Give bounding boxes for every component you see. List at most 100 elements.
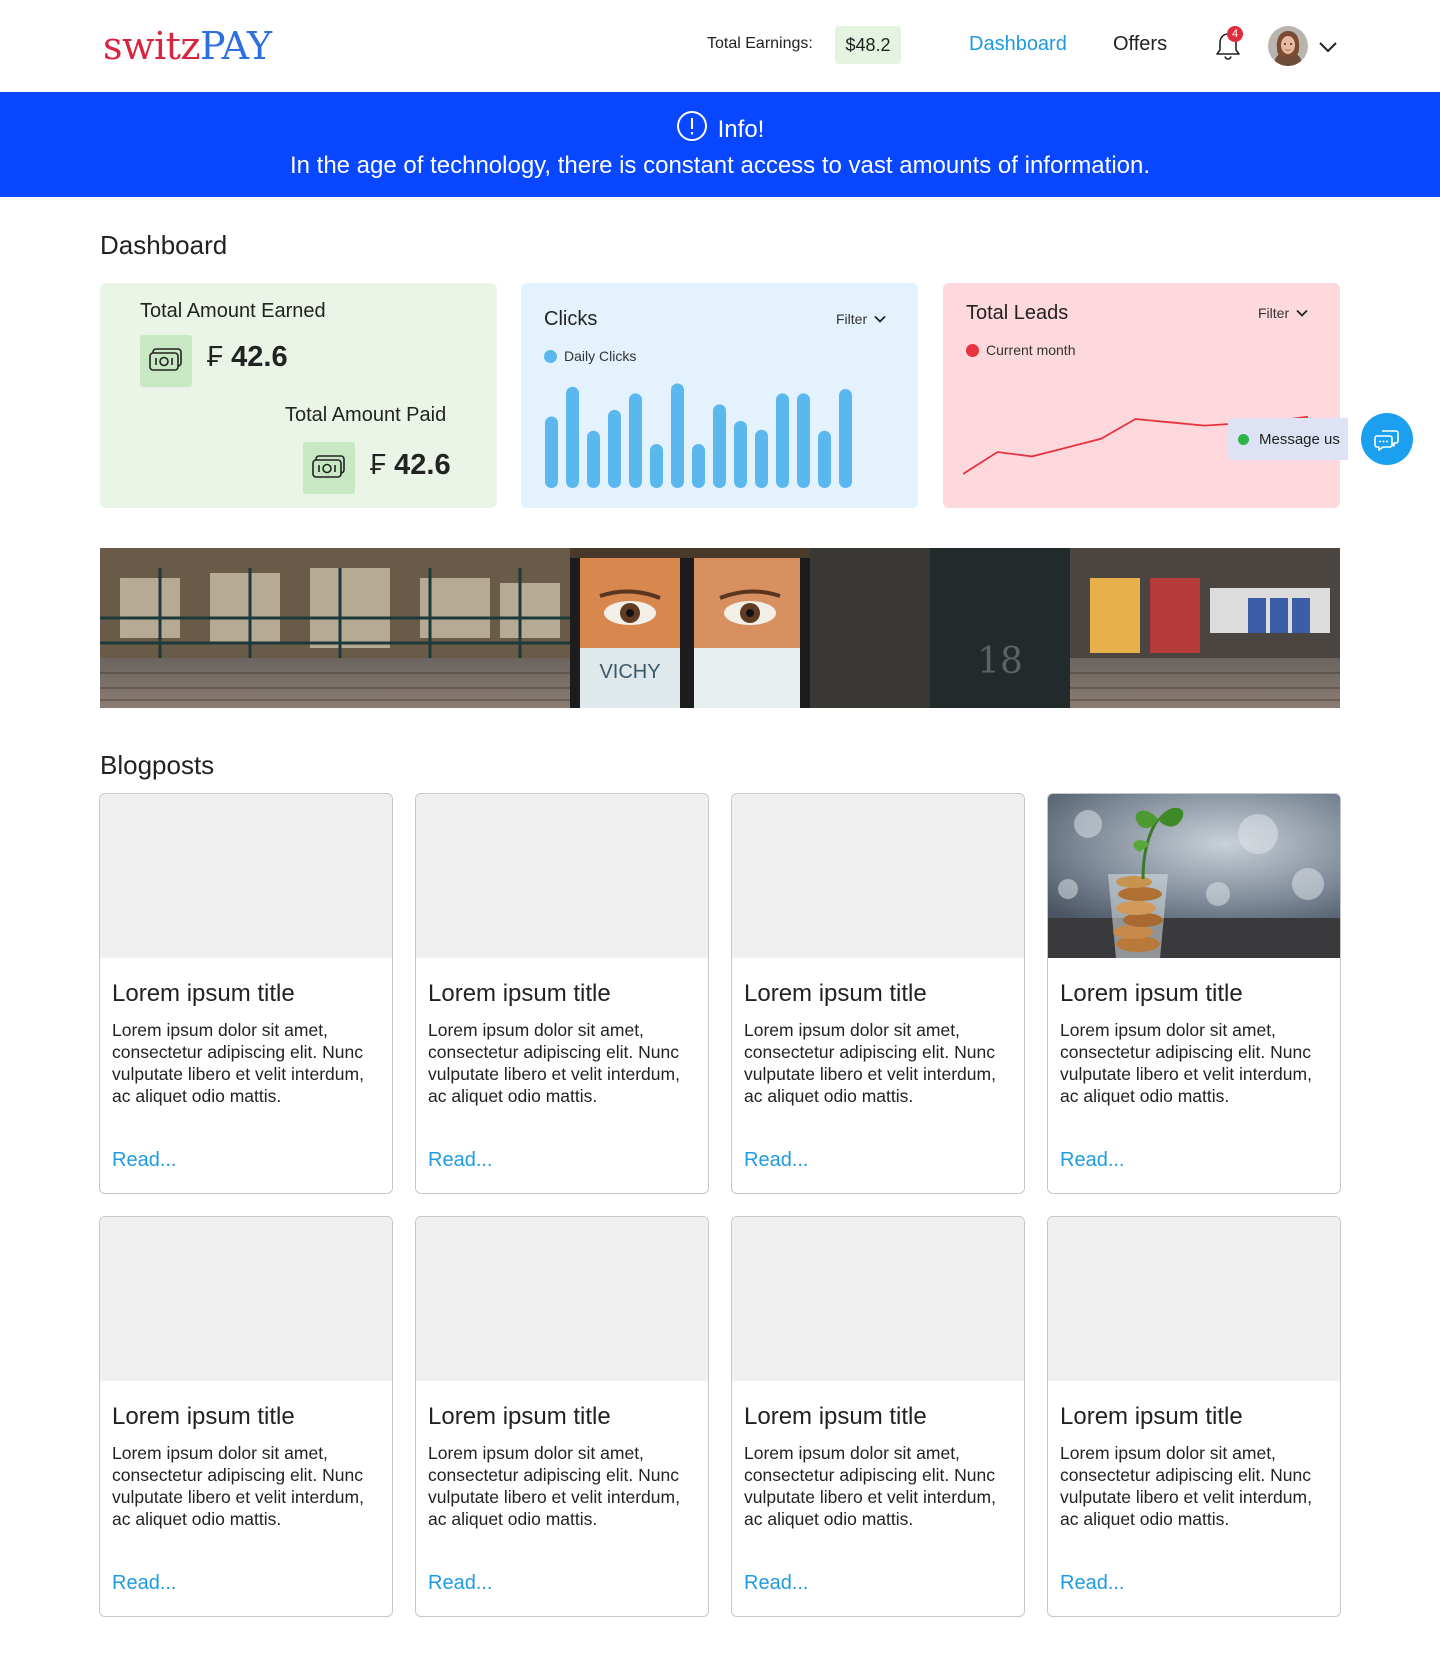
- top-header: switzPAY Total Earnings: $48.2 Dashboard…: [0, 0, 1440, 92]
- clicks-bar: [776, 393, 789, 488]
- clicks-bar: [713, 404, 726, 488]
- blog-card-image-coin-plant: [1048, 794, 1340, 958]
- info-text: In the age of technology, there is const…: [289, 152, 1151, 179]
- blog-card: Lorem ipsum title Lorem ipsum dolor sit …: [99, 1216, 393, 1617]
- clicks-bar: [818, 430, 831, 488]
- read-more-link[interactable]: Read...: [428, 1572, 492, 1595]
- blog-card-excerpt: Lorem ipsum dolor sit amet, consectetur …: [1060, 1020, 1312, 1106]
- money-icon: [140, 335, 192, 387]
- blog-card-image-placeholder: [100, 1217, 392, 1381]
- leads-title: Total Leads: [966, 302, 1069, 324]
- paid-value: 42.6: [394, 449, 451, 481]
- total-earned-label: Total Amount Earned: [140, 300, 326, 322]
- blog-card-image-placeholder: [416, 1217, 708, 1381]
- message-us-label: Message us: [1259, 430, 1340, 448]
- filter-label: Filter: [836, 311, 868, 327]
- info-banner: Info! In the age of technology, there is…: [0, 92, 1440, 197]
- legend-label: Daily Clicks: [564, 348, 637, 364]
- logo-part2: PAY: [199, 24, 272, 68]
- earnings-card: Total Amount Earned ₣ 42.6 Total Amount …: [100, 283, 497, 508]
- blog-card-excerpt: Lorem ipsum dolor sit amet, consectetur …: [428, 1443, 680, 1529]
- read-more-link[interactable]: Read...: [1060, 1149, 1124, 1172]
- total-earned-amount: ₣ 42.6: [207, 341, 288, 374]
- blog-card: Lorem ipsum title Lorem ipsum dolor sit …: [1047, 1216, 1341, 1617]
- blog-card-title: Lorem ipsum title: [428, 1403, 611, 1430]
- logo-part1: switz: [103, 24, 200, 68]
- legend-dot: [544, 349, 557, 363]
- blog-card-excerpt: Lorem ipsum dolor sit amet, consectetur …: [744, 1443, 996, 1529]
- clicks-bar: [755, 429, 768, 488]
- blog-card: Lorem ipsum title Lorem ipsum dolor sit …: [731, 1216, 1025, 1617]
- banner-platform-number: 18: [977, 641, 1023, 682]
- read-more-link[interactable]: Read...: [744, 1572, 808, 1595]
- total-paid-label: Total Amount Paid: [285, 404, 447, 426]
- clicks-bar: [671, 383, 684, 488]
- blog-card-title: Lorem ipsum title: [428, 980, 611, 1007]
- clicks-card: Clicks Filter Daily Clicks: [521, 283, 918, 508]
- info-title: Info!: [717, 115, 765, 143]
- blog-card: Lorem ipsum title Lorem ipsum dolor sit …: [731, 793, 1025, 1194]
- nav-dashboard[interactable]: Dashboard: [969, 33, 1067, 56]
- clicks-bar: [587, 430, 600, 488]
- blog-card-image-placeholder: [100, 794, 392, 958]
- total-earnings-value: $48.2: [835, 26, 901, 64]
- blog-card-excerpt: Lorem ipsum dolor sit amet, consectetur …: [112, 1443, 364, 1529]
- notification-badge: 4: [1227, 26, 1243, 42]
- clicks-bar-chart: [545, 383, 852, 488]
- clicks-bar: [629, 393, 642, 488]
- switzpay-logo[interactable]: switzPAY: [103, 24, 272, 68]
- read-more-link[interactable]: Read...: [1060, 1572, 1124, 1595]
- clicks-bar: [545, 416, 558, 488]
- blog-card: Lorem ipsum title Lorem ipsum dolor sit …: [415, 1216, 709, 1617]
- clicks-bar: [734, 420, 747, 488]
- chevron-down-icon: [1296, 309, 1308, 317]
- hero-banner-image: VICHY 18: [100, 548, 1340, 708]
- avatar[interactable]: [1268, 26, 1308, 66]
- blog-card-image-placeholder: [1048, 1217, 1340, 1381]
- earned-currency: ₣: [207, 341, 224, 373]
- blog-card-title: Lorem ipsum title: [1060, 980, 1243, 1007]
- legend-label: Current month: [986, 342, 1076, 358]
- money-icon: [303, 442, 355, 494]
- read-more-link[interactable]: Read...: [112, 1149, 176, 1172]
- blog-card-excerpt: Lorem ipsum dolor sit amet, consectetur …: [744, 1020, 996, 1106]
- clicks-bar: [692, 444, 705, 488]
- blog-card: Lorem ipsum title Lorem ipsum dolor sit …: [99, 793, 393, 1194]
- filter-label: Filter: [1258, 305, 1290, 321]
- chevron-down-icon[interactable]: [1317, 36, 1339, 58]
- clicks-bar: [797, 393, 810, 488]
- leads-filter-button[interactable]: Filter: [1258, 305, 1309, 321]
- earned-value: 42.6: [231, 341, 288, 373]
- leads-legend: Current month: [966, 342, 1075, 358]
- online-status-dot: [1238, 433, 1249, 445]
- blog-card-title: Lorem ipsum title: [1060, 1403, 1243, 1430]
- blog-card: Lorem ipsum title Lorem ipsum dolor sit …: [415, 793, 709, 1194]
- blog-card-title: Lorem ipsum title: [112, 1403, 295, 1430]
- blog-card-image-placeholder: [732, 1217, 1024, 1381]
- info-circle-icon: [676, 110, 708, 149]
- chevron-down-icon: [874, 315, 886, 323]
- total-earnings-label: Total Earnings:: [707, 35, 813, 52]
- blog-card-excerpt: Lorem ipsum dolor sit amet, consectetur …: [112, 1020, 364, 1106]
- read-more-link[interactable]: Read...: [744, 1149, 808, 1172]
- blog-card-image-placeholder: [732, 794, 1024, 958]
- read-more-link[interactable]: Read...: [112, 1572, 176, 1595]
- paid-currency: ₣: [370, 449, 387, 481]
- clicks-filter-button[interactable]: Filter: [836, 311, 887, 327]
- chat-icon[interactable]: [1361, 413, 1413, 465]
- clicks-bar: [650, 444, 663, 488]
- dashboard-title: Dashboard: [100, 230, 228, 260]
- blog-card-title: Lorem ipsum title: [744, 980, 927, 1007]
- nav-offers[interactable]: Offers: [1113, 33, 1167, 56]
- blog-card-excerpt: Lorem ipsum dolor sit amet, consectetur …: [1060, 1443, 1312, 1529]
- blog-card: Lorem ipsum title Lorem ipsum dolor sit …: [1047, 793, 1341, 1194]
- clicks-title: Clicks: [544, 308, 598, 330]
- clicks-bar: [608, 409, 621, 488]
- blog-card-title: Lorem ipsum title: [744, 1403, 927, 1430]
- clicks-legend: Daily Clicks: [544, 348, 636, 364]
- blogposts-title: Blogposts: [100, 750, 215, 780]
- total-paid-amount: ₣ 42.6: [370, 449, 451, 482]
- message-us-button[interactable]: Message us: [1228, 418, 1348, 460]
- read-more-link[interactable]: Read...: [428, 1149, 492, 1172]
- clicks-bar: [566, 386, 579, 488]
